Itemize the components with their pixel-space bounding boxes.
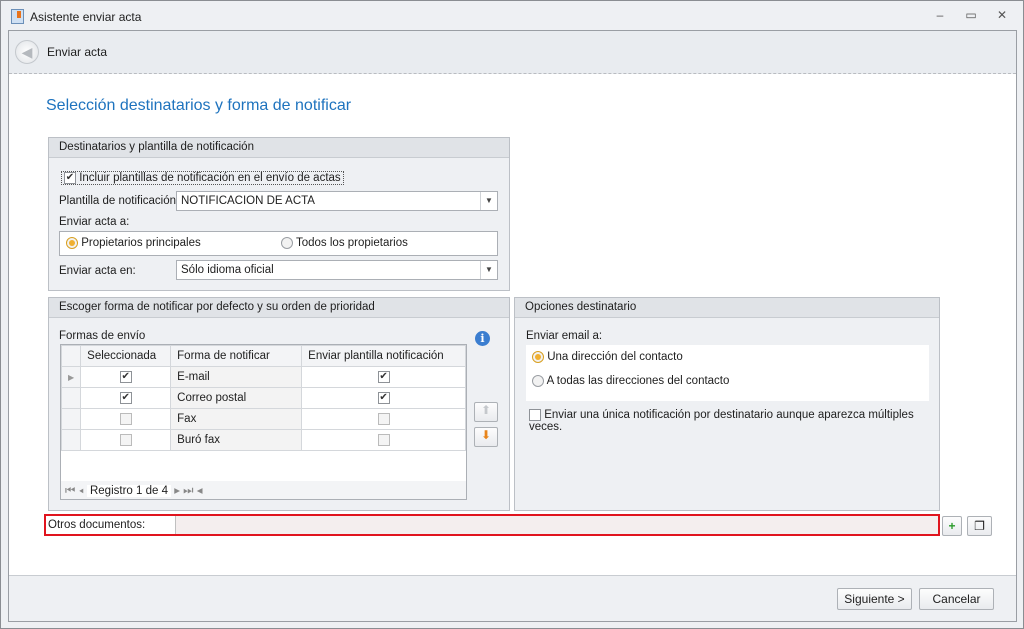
include-templates-checkbox[interactable]: ✔ Incluir plantillas de notificación en … (61, 171, 344, 186)
back-button[interactable]: ◀ (15, 40, 39, 64)
notification-methods-group: Escoger forma de notificar por defecto y… (48, 297, 510, 511)
other-documents-field: Otros documentos: (44, 514, 940, 536)
first-record-button[interactable]: ⏮ (65, 485, 75, 497)
send-template-cell[interactable]: ✔ (301, 387, 466, 409)
selected-cell[interactable]: ✔ (80, 387, 172, 409)
method-cell: Fax (170, 408, 303, 430)
other-documents-input[interactable] (175, 516, 938, 534)
send-in-label: Enviar acta en: (59, 265, 136, 277)
checkbox[interactable]: ✔ (377, 391, 390, 404)
radio-label: Propietarios principales (81, 237, 201, 250)
header-title: Enviar acta (47, 45, 108, 59)
wizard-header (9, 31, 1016, 74)
chevron-down-icon[interactable]: ▼ (480, 192, 497, 210)
selected-cell[interactable] (80, 429, 172, 451)
send-template-cell[interactable] (301, 408, 466, 430)
checkbox[interactable]: ✔ (64, 172, 76, 184)
column-header[interactable]: Enviar plantilla notificación (301, 345, 466, 367)
group-title: Destinatarios y plantilla de notificació… (49, 138, 509, 158)
table-row[interactable]: Fax (60, 408, 466, 430)
radio-all-owners[interactable]: Todos los propietarios (281, 237, 408, 249)
add-document-icon: + (948, 519, 956, 533)
table-row[interactable]: ✔ Correo postal ✔ (60, 387, 466, 409)
horizontal-scrollbar[interactable]: ◂ (197, 485, 203, 497)
prev-record-button[interactable]: ◂ (79, 485, 84, 497)
row-indicator (60, 429, 82, 451)
table-row[interactable]: ▶ ✔ E-mail ✔ (60, 366, 466, 388)
move-up-button[interactable]: ⬆ (474, 402, 498, 422)
radio-all-addresses[interactable]: A todas las direcciones del contacto (532, 375, 729, 387)
next-button[interactable]: Siguiente > (837, 588, 912, 610)
maximize-button[interactable]: ▭ (963, 8, 979, 24)
template-value: NOTIFICACION DE ACTA (181, 195, 315, 207)
recipient-options-group: Opciones destinatario Enviar email a: Un… (514, 297, 940, 511)
email-radio-group: Una dirección del contacto A todas las d… (526, 345, 929, 401)
row-indicator: ▶ (60, 366, 82, 388)
method-cell: E-mail (170, 366, 303, 388)
selected-cell[interactable]: ✔ (80, 366, 172, 388)
app-icon (11, 9, 24, 24)
radio-label: Una dirección del contacto (547, 351, 683, 364)
copy-document-button[interactable]: ❐ (967, 516, 992, 536)
selected-cell[interactable] (80, 408, 172, 430)
checkbox[interactable] (119, 412, 132, 425)
table-row[interactable]: Buró fax (60, 429, 466, 451)
radio-label: A todas las direcciones del contacto (546, 375, 730, 388)
methods-label: Formas de envío (59, 330, 146, 342)
group-title: Opciones destinatario (515, 298, 939, 318)
language-value: Sólo idioma oficial (181, 264, 274, 276)
send-to-label: Enviar acta a: (59, 216, 130, 228)
include-templates-label: Incluir plantillas de notificación en el… (79, 172, 341, 185)
grid-navigator: ⏮ ◂ Registro 1 de 4 ▸ ⏭ ◂ (61, 481, 466, 499)
row-indicator (60, 387, 82, 409)
column-header[interactable]: Seleccionada (80, 345, 172, 367)
template-select[interactable]: NOTIFICACION DE ACTA ▼ (176, 191, 498, 211)
checkbox[interactable]: ✔ (119, 370, 132, 383)
minimize-button[interactable]: – (932, 8, 948, 24)
method-cell: Buró fax (170, 429, 303, 451)
other-documents-label: Otros documentos: (48, 519, 146, 531)
method-cell: Correo postal (170, 387, 303, 409)
language-select[interactable]: Sólo idioma oficial ▼ (176, 260, 498, 280)
cancel-button[interactable]: Cancelar (919, 588, 994, 610)
single-notification-label: Enviar una única notificación por destin… (529, 409, 914, 434)
group-title: Escoger forma de notificar por defecto y… (49, 298, 509, 318)
last-record-button[interactable]: ⏭ (183, 485, 193, 497)
send-to-radio-group: Propietarios principales Todos los propi… (59, 231, 498, 256)
checkbox[interactable]: ✔ (377, 370, 390, 383)
template-label: Plantilla de notificación: (59, 195, 180, 207)
checkbox[interactable] (377, 433, 390, 446)
row-indicator (60, 408, 82, 430)
close-button[interactable]: ✕ (994, 8, 1010, 24)
record-count: Registro 1 de 4 (86, 485, 171, 497)
radio-one-address[interactable]: Una dirección del contacto (532, 351, 683, 363)
recipients-template-group: Destinatarios y plantilla de notificació… (48, 137, 510, 291)
single-notification-checkbox[interactable]: Enviar una única notificación por destin… (529, 409, 939, 433)
send-template-cell[interactable]: ✔ (301, 366, 466, 388)
column-header[interactable]: Forma de notificar (170, 345, 303, 367)
radio-main-owners[interactable]: Propietarios principales (66, 237, 201, 249)
window-title: Asistente enviar acta (30, 10, 142, 24)
email-to-label: Enviar email a: (526, 330, 603, 342)
methods-grid: Seleccionada Forma de notificar Enviar pla… (60, 344, 467, 500)
send-template-cell[interactable] (301, 429, 466, 451)
arrow-down-icon: ⬇ (480, 428, 492, 442)
arrow-up-icon: ⬆ (480, 403, 492, 417)
add-document-button[interactable]: + (942, 516, 962, 536)
info-icon[interactable]: i (475, 331, 490, 346)
checkbox[interactable] (377, 412, 390, 425)
copy-icon: ❐ (974, 519, 985, 533)
radio-label: Todos los propietarios (296, 237, 408, 250)
page-title: Selección destinatarios y forma de notif… (46, 97, 352, 114)
checkbox[interactable]: ✔ (119, 391, 132, 404)
next-record-button[interactable]: ▸ (174, 485, 180, 497)
move-down-button[interactable]: ⬇ (474, 427, 498, 447)
checkbox[interactable] (119, 433, 132, 446)
chevron-down-icon[interactable]: ▼ (480, 261, 497, 279)
arrow-left-icon: ◀ (21, 44, 33, 60)
